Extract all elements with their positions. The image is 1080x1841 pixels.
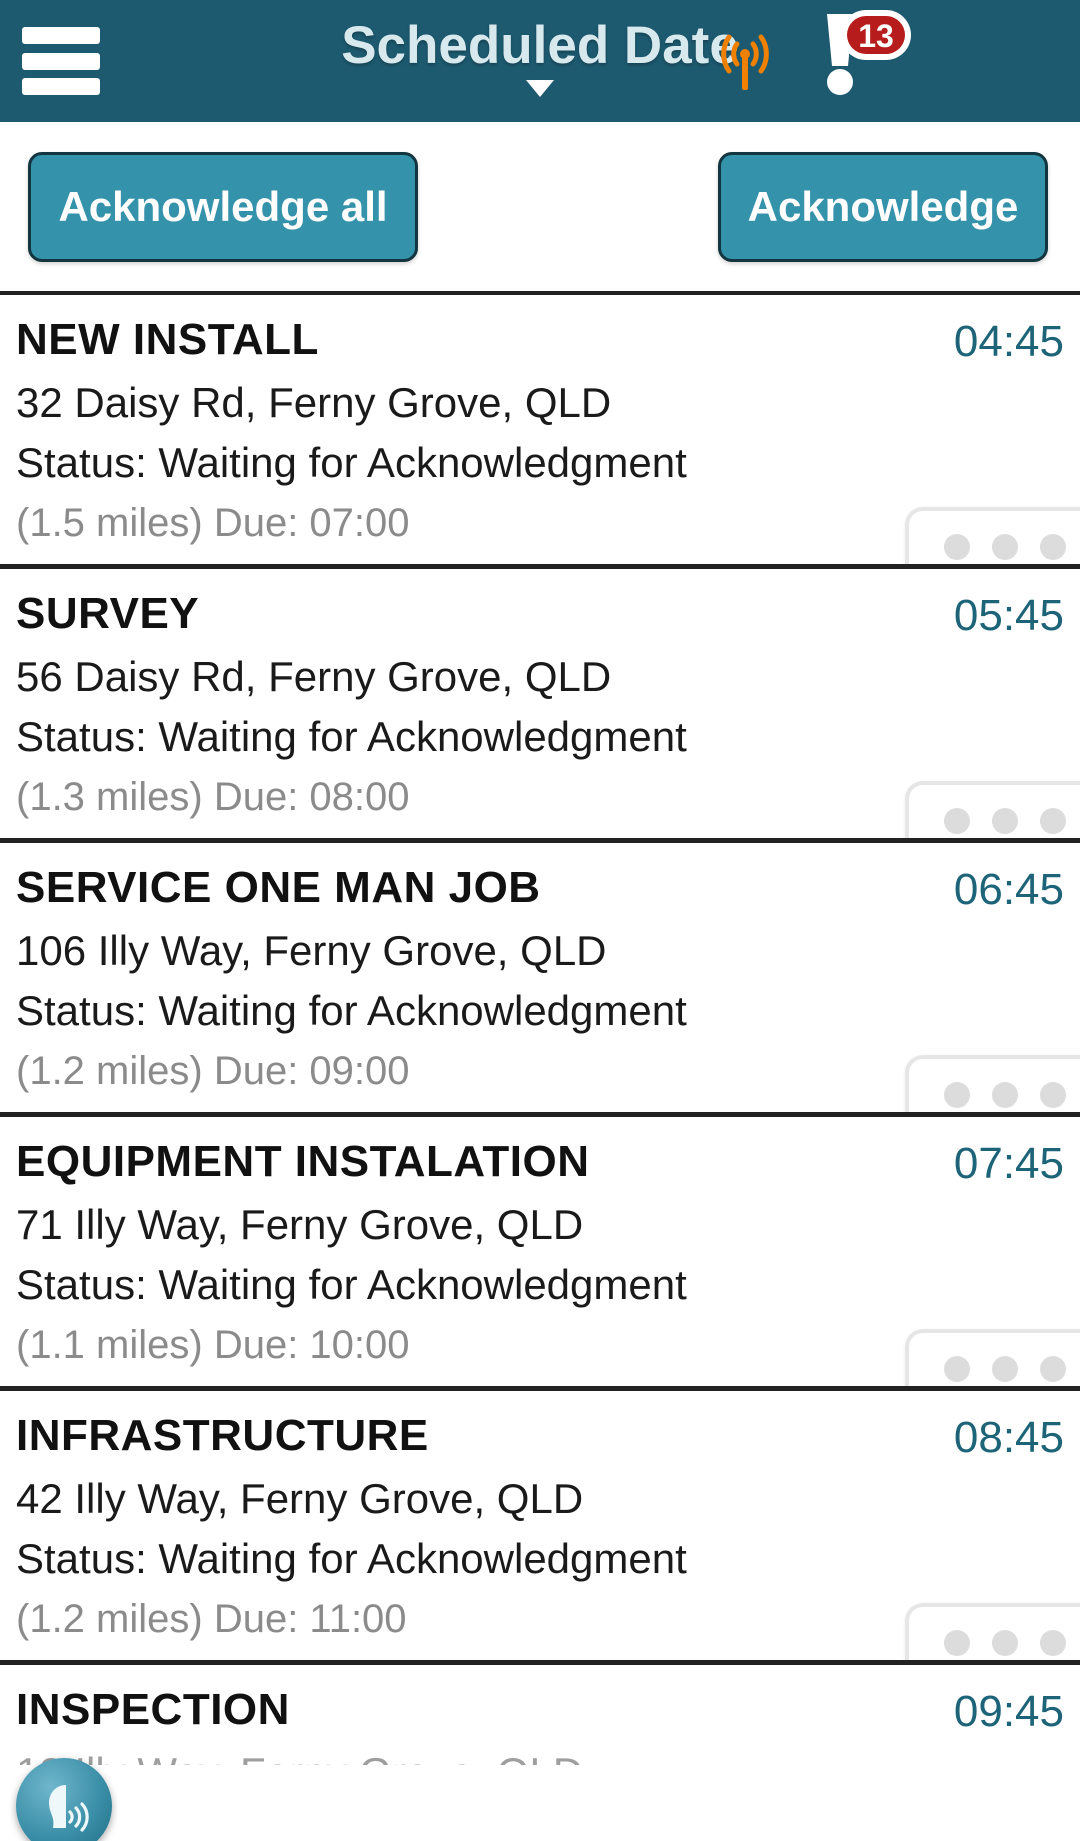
ellipsis-dot	[944, 1082, 970, 1108]
job-time: 08:45	[953, 1413, 1064, 1462]
job-title: INSPECTION	[16, 1685, 290, 1734]
app-root: Scheduled Date 13 Acknowledge all Acknow…	[0, 0, 1080, 1841]
job-time: 04:45	[953, 317, 1064, 366]
ellipsis-dot	[992, 1082, 1018, 1108]
hamburger-bar	[22, 27, 100, 44]
job-address: 42 Illy Way, Ferny Grove, QLD	[16, 1475, 584, 1522]
job-list-item[interactable]: SURVEY 05:45 56 Daisy Rd, Ferny Grove, Q…	[0, 569, 1080, 843]
job-time: 07:45	[953, 1139, 1064, 1188]
hamburger-bar	[22, 78, 100, 95]
ellipsis-more-icon[interactable]	[905, 1329, 1080, 1386]
job-title: SURVEY	[16, 589, 200, 638]
job-time: 05:45	[953, 591, 1064, 640]
ellipsis-dot	[992, 534, 1018, 560]
ellipsis-dot	[1040, 1082, 1066, 1108]
ellipsis-dot	[1040, 1356, 1066, 1382]
job-list-item[interactable]: NEW INSTALL 04:45 32 Daisy Rd, Ferny Gro…	[0, 295, 1080, 569]
page-title: Scheduled Date	[341, 16, 739, 75]
job-list-item[interactable]: INSPECTION 09:45 12 Illy Way, Ferny Grov…	[0, 1665, 1080, 1765]
hamburger-menu-icon[interactable]	[22, 27, 100, 95]
ellipsis-more-icon[interactable]	[905, 781, 1080, 838]
job-list-item[interactable]: EQUIPMENT INSTALATION 07:45 71 Illy Way,…	[0, 1117, 1080, 1391]
ellipsis-dot	[944, 1356, 970, 1382]
job-status: Status: Waiting for Acknowledgment	[16, 987, 687, 1034]
job-meta: (1.2 miles) Due: 09:00	[16, 1049, 410, 1093]
job-list-item[interactable]: SERVICE ONE MAN JOB 06:45 106 Illy Way, …	[0, 843, 1080, 1117]
job-meta: (1.3 miles) Due: 08:00	[16, 775, 410, 819]
job-title: SERVICE ONE MAN JOB	[16, 863, 541, 912]
ellipsis-dot	[1040, 808, 1066, 834]
antenna-signal-icon[interactable]	[710, 24, 780, 94]
job-address: 32 Daisy Rd, Ferny Grove, QLD	[16, 379, 612, 426]
job-status: Status: Waiting for Acknowledgment	[16, 713, 687, 760]
job-list-item[interactable]: INFRASTRUCTURE 08:45 42 Illy Way, Ferny …	[0, 1391, 1080, 1665]
ellipsis-dot	[944, 808, 970, 834]
app-header: Scheduled Date 13	[0, 0, 1080, 122]
text-to-speech-icon[interactable]	[16, 1758, 112, 1841]
job-address: 71 Illy Way, Ferny Grove, QLD	[16, 1201, 584, 1248]
job-title: EQUIPMENT INSTALATION	[16, 1137, 590, 1186]
job-time: 09:45	[953, 1687, 1064, 1736]
alert-badge-count: 13	[858, 18, 894, 54]
job-meta: (1.5 miles) Due: 07:00	[16, 501, 410, 545]
job-meta: (1.2 miles) Due: 11:00	[16, 1597, 407, 1641]
job-address: 106 Illy Way, Ferny Grove, QLD	[16, 927, 607, 974]
job-meta: (1.1 miles) Due: 10:00	[16, 1323, 410, 1367]
acknowledge-all-button[interactable]: Acknowledge all	[28, 152, 418, 262]
job-list: NEW INSTALL 04:45 32 Daisy Rd, Ferny Gro…	[0, 295, 1080, 1765]
chevron-down-icon	[526, 80, 554, 97]
action-bar: Acknowledge all Acknowledge	[0, 122, 1080, 295]
ellipsis-more-icon[interactable]	[905, 1055, 1080, 1112]
job-status: Status: Waiting for Acknowledgment	[16, 1535, 687, 1582]
ellipsis-dot	[992, 1356, 1018, 1382]
ellipsis-more-icon[interactable]	[905, 507, 1080, 564]
job-address: 56 Daisy Rd, Ferny Grove, QLD	[16, 653, 612, 700]
ellipsis-more-icon[interactable]	[905, 1603, 1080, 1660]
job-title: NEW INSTALL	[16, 315, 319, 364]
acknowledge-button[interactable]: Acknowledge	[718, 152, 1048, 262]
job-status: Status: Waiting for Acknowledgment	[16, 439, 687, 486]
exclamation-alert-icon[interactable]: 13	[805, 8, 915, 108]
job-address: 12 Illy Way, Ferny Grove, QLD	[16, 1749, 583, 1765]
ellipsis-dot	[1040, 1630, 1066, 1656]
ellipsis-dot	[944, 534, 970, 560]
hamburger-bar	[22, 52, 100, 70]
job-status: Status: Waiting for Acknowledgment	[16, 1261, 687, 1308]
ellipsis-dot	[992, 808, 1018, 834]
job-title: INFRASTRUCTURE	[16, 1411, 429, 1460]
ellipsis-dot	[944, 1630, 970, 1656]
ellipsis-dot	[992, 1630, 1018, 1656]
header-title-group: Scheduled Date	[0, 0, 1080, 122]
ellipsis-dot	[1040, 534, 1066, 560]
job-time: 06:45	[953, 865, 1064, 914]
